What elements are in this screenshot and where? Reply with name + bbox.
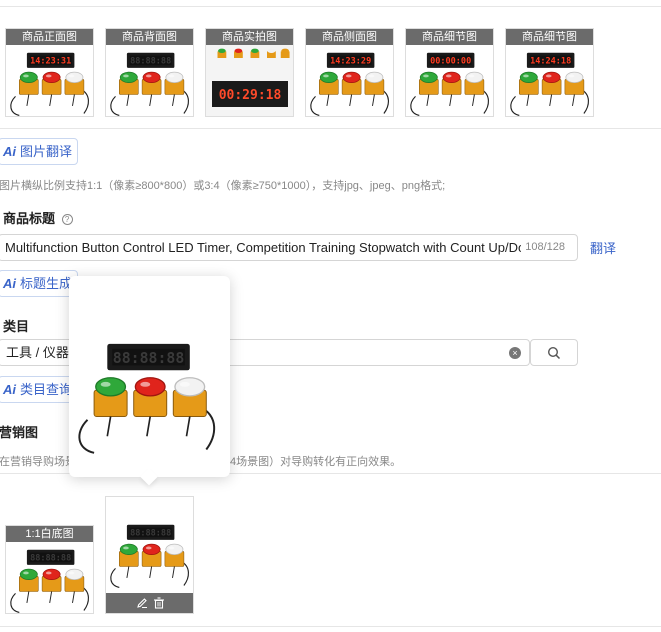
- question-circle-icon[interactable]: ?: [61, 214, 73, 225]
- timer-display-digits: 14:24:18: [530, 57, 571, 67]
- category-label: 类目: [3, 319, 30, 334]
- timer-display-digits: 00:00:00: [430, 57, 471, 67]
- ai-title-generate-button[interactable]: Ai 标题生成: [0, 270, 78, 297]
- ai-icon: Ai: [3, 382, 16, 397]
- timer-display-digits: 00:29:18: [219, 88, 282, 103]
- timer-display-digits: 88:88:88: [130, 57, 171, 67]
- ai-image-translate-button[interactable]: Ai 图片翻译: [0, 138, 78, 165]
- gallery-thumb[interactable]: 商品细节图 14:24:18: [505, 28, 594, 117]
- ai-image-translate-label: 图片翻译: [20, 144, 73, 159]
- timer-display-digits: 14:23:29: [330, 57, 371, 67]
- ai-title-generate-label: 标题生成: [20, 276, 73, 291]
- title-char-counter: 108/128: [521, 235, 565, 260]
- timer-display-digits: 88:88:88: [30, 554, 71, 564]
- timer-product-photo: 88:88:88: [10, 549, 89, 613]
- timer-product-photo: 14:23:29: [310, 52, 389, 116]
- search-icon: [547, 346, 561, 360]
- ai-icon: Ai: [3, 276, 16, 291]
- timer-display-digits: 14:23:31: [30, 57, 71, 67]
- gallery-thumb[interactable]: 商品背面图 88:88:88: [105, 28, 194, 117]
- timer-product-photo-large: 88:88:88: [78, 343, 216, 454]
- image-action-bar: [106, 593, 193, 613]
- timer-product-photo: 00:00:00: [410, 52, 489, 116]
- gallery-thumb-caption: 商品细节图: [406, 29, 493, 45]
- gallery-thumb-caption: 商品细节图: [506, 29, 593, 45]
- gallery-thumb-caption: 商品正面图: [6, 29, 93, 45]
- gallery-thumb[interactable]: 商品侧面图 14:23:29: [305, 28, 394, 117]
- timer-product-photo: 14:24:18: [510, 52, 589, 116]
- clear-circle-icon[interactable]: ×: [509, 347, 521, 359]
- trash-icon[interactable]: [153, 597, 165, 609]
- ai-category-query-label: 类目查询: [20, 382, 73, 397]
- marketing-image-label: 营销图: [0, 425, 39, 440]
- product-title-input[interactable]: Multifunction Button Control LED Timer, …: [0, 234, 578, 261]
- top-divider: [0, 6, 661, 7]
- gallery-divider: [0, 128, 661, 129]
- product-title-label: 商品标题 ?: [3, 208, 73, 227]
- pencil-icon[interactable]: [136, 597, 148, 609]
- ai-icon: Ai: [3, 144, 16, 159]
- bottom-divider: [0, 626, 661, 627]
- marketing-image-hovered[interactable]: 88:88:88: [105, 496, 194, 614]
- gallery-thumb-caption: 商品实拍图: [206, 29, 293, 45]
- marketing-note-left: 在营销导购场景: [0, 456, 76, 468]
- timer-display-digits: 88:88:88: [130, 529, 171, 539]
- white-background-caption: 1:1白底图: [6, 526, 93, 542]
- gallery-thumb[interactable]: 商品细节图 00:00:00: [405, 28, 494, 117]
- ai-category-query-button[interactable]: Ai 类目查询: [0, 376, 78, 403]
- gallery-thumb[interactable]: 商品实拍图 00:29:18: [205, 28, 294, 117]
- white-background-image[interactable]: 1:1白底图 88:88:88: [5, 525, 94, 614]
- gallery-thumb-caption: 商品侧面图: [306, 29, 393, 45]
- image-preview-popover: 88:88:88: [69, 276, 230, 486]
- image-requirement-note: 图片横纵比例支持1:1（像素≥800*800）或3:4（像素≥750*1000）…: [0, 180, 446, 192]
- gallery-thumb-caption: 商品背面图: [106, 29, 193, 45]
- timer-product-photo: 88:88:88: [110, 524, 189, 588]
- product-title-value: Multifunction Button Control LED Timer, …: [5, 240, 526, 255]
- gallery-thumb[interactable]: 商品正面图 14:23:31: [5, 28, 94, 117]
- translate-title-link[interactable]: 翻译: [590, 238, 616, 257]
- category-search-button[interactable]: [530, 339, 578, 366]
- timer-display-digits: 88:88:88: [113, 349, 185, 367]
- timer-product-photo: 14:23:31: [10, 52, 89, 116]
- timer-product-photo: 88:88:88: [110, 52, 189, 116]
- category-value: 工具 / 仪器: [6, 345, 69, 360]
- timer-product-photo: 00:29:18: [206, 45, 293, 116]
- marketing-note-right: 4场景图）对导购转化有正向效果。: [230, 456, 402, 468]
